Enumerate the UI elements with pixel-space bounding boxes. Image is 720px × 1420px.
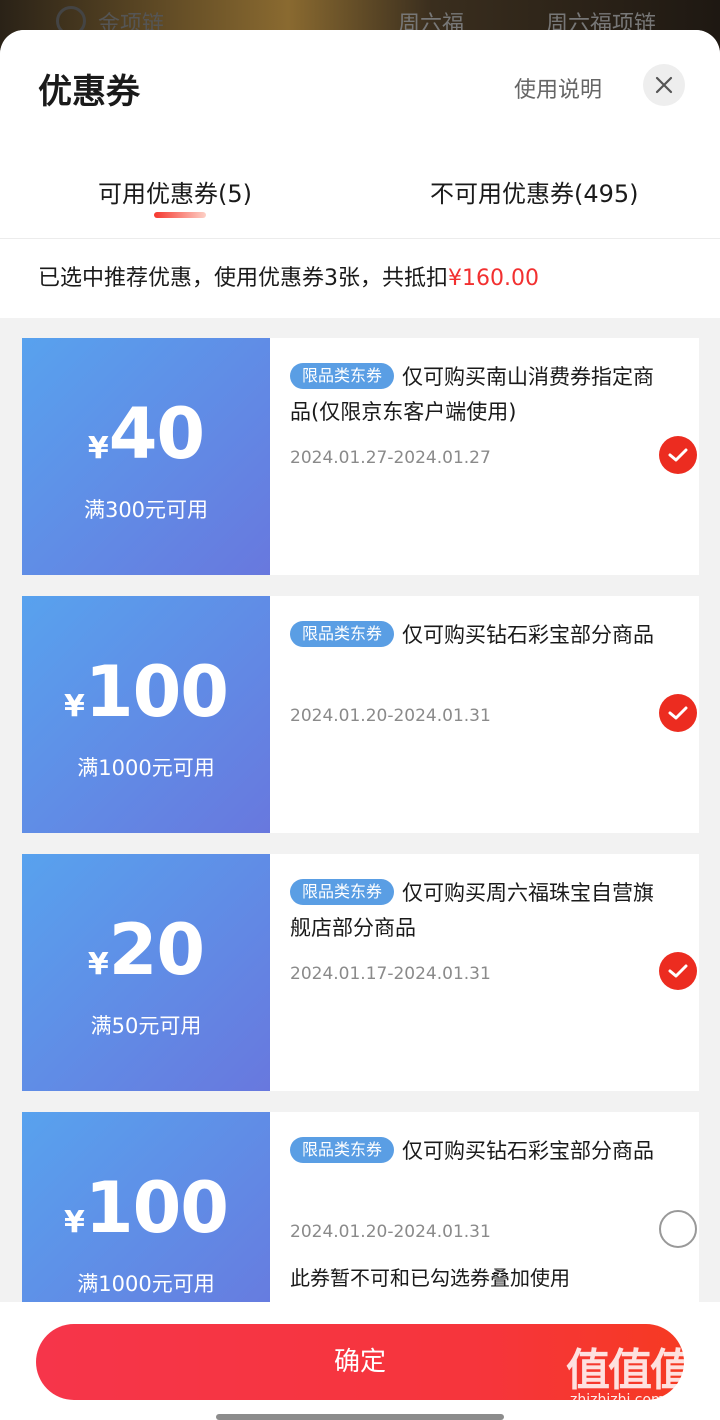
coupon-value-panel: ¥20 满50元可用 <box>17 854 270 1091</box>
coupon-validity: 2024.01.27-2024.01.27 <box>290 448 491 468</box>
discount-summary: 已选中推荐优惠，使用优惠券3张，共抵扣¥160.00 <box>0 238 720 318</box>
coupon-description: 限品类东券 仅可购买南山消费券指定商品(仅限京东客户端使用) <box>290 360 660 430</box>
watermark-logo: 值值值 <box>566 1345 694 1396</box>
coupon-details: 限品类东券 仅可购买南山消费券指定商品(仅限京东客户端使用) 2024.01.27… <box>290 338 699 575</box>
currency-symbol: ¥ <box>87 431 109 466</box>
coupon-condition: 满1000元可用 <box>77 756 215 780</box>
check-icon <box>668 448 688 462</box>
coupon-condition: 满300元可用 <box>83 498 209 522</box>
coupon-checkbox-unchecked[interactable] <box>659 1210 697 1248</box>
coupon-validity: 2024.01.20-2024.01.31 <box>290 1222 491 1242</box>
close-icon <box>655 76 673 94</box>
coupon-card[interactable]: ¥100 满1000元可用 限品类东券 仅可购买钻石彩宝部分商品 2024.01.… <box>17 596 699 833</box>
coupon-checkbox-checked[interactable] <box>659 952 697 990</box>
coupon-validity: 2024.01.20-2024.01.31 <box>290 706 491 726</box>
coupon-tag: 限品类东券 <box>290 879 395 905</box>
coupon-value-panel: ¥100 满1000元可用 <box>17 596 270 833</box>
sheet-header: 优惠券 使用说明 可用优惠券(5) 不可用优惠券(495) <box>0 30 720 238</box>
check-icon <box>668 964 688 978</box>
coupon-tag: 限品类东券 <box>290 1137 395 1163</box>
currency-symbol: ¥ <box>64 1205 85 1240</box>
coupon-sheet: 优惠券 使用说明 可用优惠券(5) 不可用优惠券(495) 已选中推荐优惠，使用… <box>0 30 720 1420</box>
coupon-value: 100 <box>84 1167 229 1249</box>
coupon-description: 限品类东券 仅可购买钻石彩宝部分商品 <box>290 1134 660 1169</box>
tab-available-coupons[interactable]: 可用优惠券(5) <box>98 174 252 209</box>
coupon-checkbox-checked[interactable] <box>659 694 697 732</box>
coupon-condition: 满50元可用 <box>90 1014 202 1038</box>
coupon-value: 40 <box>108 393 205 475</box>
coupon-amount: ¥100 <box>22 1168 270 1267</box>
coupon-amount: ¥40 <box>22 394 270 493</box>
coupon-validity: 2024.01.17-2024.01.31 <box>290 964 491 984</box>
coupon-checkbox-checked[interactable] <box>659 436 697 474</box>
coupon-description: 限品类东券 仅可购买周六福珠宝自营旗舰店部分商品 <box>290 876 660 946</box>
tab-unavailable-coupons[interactable]: 不可用优惠券(495) <box>430 174 639 209</box>
home-indicator <box>216 1414 504 1420</box>
usage-instructions-link[interactable]: 使用说明 <box>514 72 602 104</box>
summary-amount: ¥160.00 <box>448 266 539 291</box>
coupon-card[interactable]: ¥40 满300元可用 限品类东券 仅可购买南山消费券指定商品(仅限京东客户端使用… <box>17 338 699 575</box>
watermark: 值值值 zhizhizhi.com <box>566 1334 714 1414</box>
coupon-amount: ¥20 <box>22 910 270 1009</box>
coupon-condition: 满1000元可用 <box>77 1272 215 1296</box>
check-icon <box>668 706 688 720</box>
close-button[interactable] <box>643 64 685 106</box>
coupon-tag: 限品类东券 <box>290 363 395 389</box>
active-tab-indicator <box>154 212 206 218</box>
watermark-url: zhizhizhi.com <box>570 1392 665 1408</box>
coupon-stacking-note: 此券暂不可和已勾选券叠加使用 <box>290 1266 570 1290</box>
coupon-description: 限品类东券 仅可购买钻石彩宝部分商品 <box>290 618 660 653</box>
sheet-title: 优惠券 <box>38 72 140 112</box>
currency-symbol: ¥ <box>87 947 109 982</box>
currency-symbol: ¥ <box>64 689 85 724</box>
summary-text: 已选中推荐优惠，使用优惠券3张，共抵扣 <box>38 266 448 291</box>
coupon-description-text: 仅可购买钻石彩宝部分商品 <box>402 623 655 647</box>
coupon-details: 限品类东券 仅可购买钻石彩宝部分商品 2024.01.20-2024.01.31 <box>290 596 699 833</box>
coupon-amount: ¥100 <box>22 652 270 751</box>
coupon-tag: 限品类东券 <box>290 621 395 647</box>
coupon-value: 100 <box>84 651 229 733</box>
coupon-value-panel: ¥40 满300元可用 <box>17 338 270 575</box>
coupon-value: 20 <box>108 909 205 991</box>
coupon-description-text: 仅可购买钻石彩宝部分商品 <box>402 1139 655 1163</box>
coupon-details: 限品类东券 仅可购买周六福珠宝自营旗舰店部分商品 2024.01.17-2024.… <box>290 854 699 1091</box>
coupon-card[interactable]: ¥20 满50元可用 限品类东券 仅可购买周六福珠宝自营旗舰店部分商品 2024.… <box>17 854 699 1091</box>
